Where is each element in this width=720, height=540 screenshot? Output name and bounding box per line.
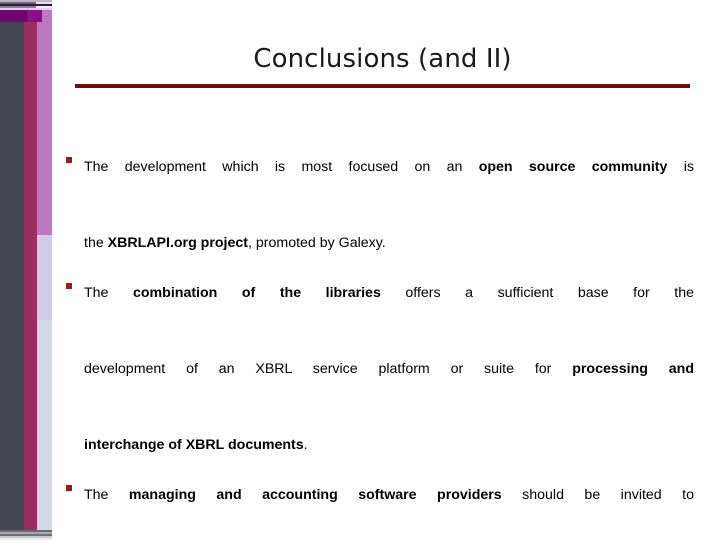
bullet-text: The managing and accounting software pro…: [84, 476, 694, 540]
text-run: The development which is most focused on…: [84, 159, 479, 175]
text-run: The: [84, 285, 133, 301]
decor-block-purple-mid: [27, 10, 42, 22]
decor-block-purple-dark: [0, 10, 27, 22]
decor-bar-bluegrey: [37, 320, 52, 530]
text-run-bold: combination of the libraries: [133, 285, 381, 301]
text-run-bold: interchange of XBRL documents: [84, 437, 304, 453]
text-run: , promoted by Galexy.: [247, 235, 386, 251]
bullet-item: The combination of the libraries offers …: [66, 274, 694, 464]
bullet-line: development of an XBRL service platform …: [84, 350, 694, 426]
bullet-square-icon: [66, 283, 72, 289]
decor-bar-lavender: [37, 235, 52, 320]
text-run-bold: managing and accounting software provide…: [128, 487, 502, 503]
text-run: is: [667, 159, 694, 175]
bullet-text: The combination of the libraries offers …: [84, 274, 694, 464]
text-run: the: [84, 235, 108, 251]
decor-hairline-top-7: [0, 8, 52, 10]
bullet-text: The development which is most focused on…: [84, 148, 694, 262]
text-run: .: [303, 437, 308, 453]
text-run-bold: processing and: [572, 361, 694, 377]
bullet-line: interchange of XBRL documents.: [84, 426, 694, 464]
bullet-item: The development which is most focused on…: [66, 148, 694, 262]
bullet-line: The development which is most focused on…: [84, 148, 694, 224]
slide-canvas: Conclusions (and II) The development whi…: [0, 0, 720, 540]
text-run-bold: XBRLAPI.org project: [107, 235, 248, 251]
decor-bar-magenta: [24, 10, 37, 530]
text-run: offers a sufficient base for the: [380, 285, 694, 301]
bullet-item: The managing and accounting software pro…: [66, 476, 694, 540]
bullet-line: The managing and accounting software pro…: [84, 476, 694, 540]
text-run: should be invited to: [501, 487, 694, 503]
bullet-line: The combination of the libraries offers …: [84, 274, 694, 350]
decor-block-purple-light: [42, 10, 52, 22]
text-run: development of an XBRL service platform …: [84, 361, 573, 377]
slide-title: Conclusions (and II): [253, 44, 512, 74]
bullet-line: the XBRLAPI.org project, promoted by Gal…: [84, 224, 694, 262]
text-run: The: [84, 487, 129, 503]
bullet-square-icon: [66, 485, 72, 491]
decor-bar-slate: [0, 10, 24, 530]
title-underline-rule: [75, 84, 690, 88]
decor-bar-orchid: [37, 10, 52, 235]
slide-body: The development which is most focused on…: [66, 148, 694, 540]
bullet-square-icon: [66, 157, 72, 163]
text-run-bold: open source community: [478, 159, 668, 175]
